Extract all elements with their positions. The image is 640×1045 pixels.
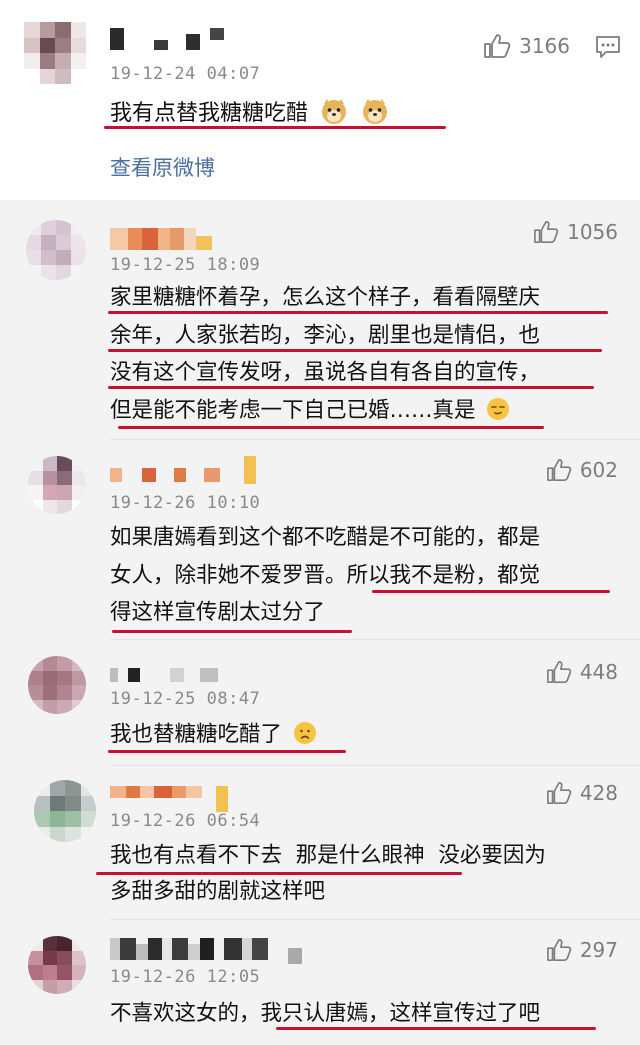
like-count: 602 [579,458,618,482]
comment-text-line: 我也有点看不下去 那是什么眼神 没必要因为 [110,843,546,868]
top-comment-card: 19-12-24 04:07 3166 我有点替我糖糖吃醋 查看原微博 [0,0,640,200]
comment-text-line: 如果唐嫣看到这个都不吃醋是不可能的，都是 [110,525,541,550]
reply-comment: 19-12-26 12:05 297 不喜欢这女的，我只认唐嫣，这样宣传过了吧 [0,920,640,1045]
avatar[interactable] [24,22,86,84]
reply-comment: 19-12-25 18:09 1056 家里糖糖怀着孕，怎么这个样子，看看隔壁庆… [0,200,640,440]
highlight-underline [112,630,352,633]
avatar[interactable] [28,456,86,514]
timestamp: 19-12-25 18:09 [110,255,261,275]
like-button[interactable]: 602 [546,458,618,482]
comment-text-line: 多甜多甜的剧就这样吧 [110,879,326,904]
like-count: 3166 [519,34,570,58]
username-mosaic[interactable] [110,664,218,686]
username-mosaic[interactable] [110,782,228,812]
like-button[interactable]: 297 [546,938,618,962]
avatar[interactable] [26,220,86,280]
highlight-underline [118,426,544,429]
like-button[interactable]: 1056 [533,220,618,244]
reply-comment: 19-12-25 08:47 448 我也替糖糖吃醋了 [0,640,640,766]
username-mosaic[interactable] [110,28,224,50]
like-count: 428 [579,781,618,805]
username-mosaic[interactable] [110,938,302,964]
like-count: 1056 [567,220,618,244]
highlight-underline [108,386,594,389]
sad-face-icon [293,722,316,744]
highlight-underline [108,311,608,314]
thumbs-up-icon [484,34,511,58]
timestamp: 19-12-26 12:05 [110,967,261,987]
highlight-underline [108,349,602,352]
reply-comment: 19-12-26 06:54 428 我也有点看不下去 那是什么眼神 没必要因为… [0,766,640,920]
avatar[interactable] [34,780,96,842]
timestamp: 19-12-24 04:07 [110,64,261,84]
username-mosaic[interactable] [110,456,256,484]
thumbs-up-icon [534,221,559,243]
smirk-face-icon [487,398,510,420]
highlight-underline [276,1027,596,1030]
doge-icon [322,99,347,124]
thumbs-up-icon [546,459,572,481]
comment-text-line: 我也替糖糖吃醋了 [110,717,317,753]
thumbs-up-icon [546,661,572,683]
reply-comment: 19-12-26 10:10 602 如果唐嫣看到这个都不吃醋是不可能的，都是 … [0,440,640,640]
timestamp: 19-12-26 10:10 [110,493,261,513]
timestamp: 19-12-26 06:54 [110,811,261,831]
comment-icon[interactable] [594,34,622,60]
highlight-underline [104,126,446,129]
highlight-underline [372,590,610,593]
comment-text-line: 得这样宣传剧太过分了 [110,600,326,625]
like-button[interactable]: 3166 [483,33,570,59]
highlight-underline [108,750,346,753]
username-mosaic[interactable] [110,228,212,250]
comment-text-line: 但是能不能考虑一下自己已婚……真是 [110,393,510,429]
timestamp: 19-12-25 08:47 [110,689,261,709]
avatar[interactable] [28,936,86,994]
like-count: 448 [579,660,618,684]
thumbs-up-icon [546,782,572,804]
thumbs-up-icon [546,939,572,961]
doge-icon [363,99,388,124]
comment-text-line: 女人，除非她不爱罗晋。所以我不是粉，都觉 [110,563,541,588]
avatar[interactable] [28,656,86,714]
like-button[interactable]: 448 [546,660,618,684]
view-original-link[interactable]: 查看原微博 [110,152,215,182]
like-count: 297 [579,938,618,962]
like-button[interactable]: 428 [546,781,618,805]
